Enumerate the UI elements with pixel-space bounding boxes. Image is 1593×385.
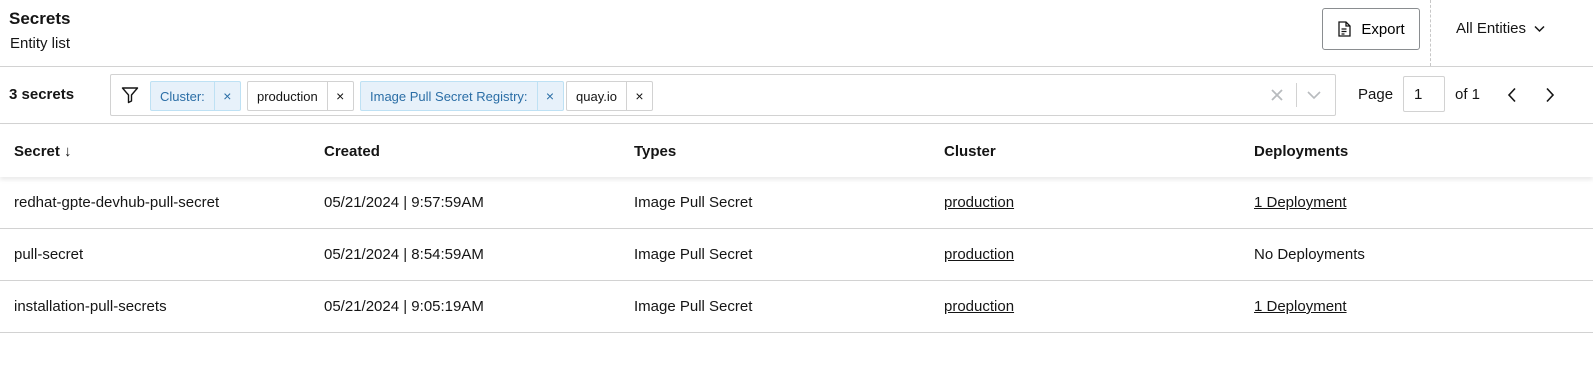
column-header-cluster: Cluster (944, 143, 996, 160)
chevron-down-icon[interactable] (1307, 89, 1321, 101)
page-subtitle: Entity list (10, 35, 71, 52)
filter-toolbar: 3 secrets Cluster: × production × Image … (0, 67, 1593, 124)
cell-created: 05/21/2024 | 9:57:59AM (324, 194, 484, 211)
filter-separator (1296, 83, 1297, 107)
filter-chip-registry-key: Image Pull Secret Registry: × (360, 81, 564, 111)
header-divider (1430, 0, 1431, 66)
document-icon (1338, 21, 1351, 37)
deployments-link[interactable]: 1 Deployment (1254, 194, 1347, 211)
export-button[interactable]: Export (1322, 8, 1420, 50)
chip-label: Image Pull Secret Registry: (370, 88, 528, 104)
table-row: redhat-gpte-devhub-pull-secret 05/21/202… (0, 177, 1593, 229)
cell-secret: pull-secret (14, 246, 84, 263)
cell-types: Image Pull Secret (634, 194, 753, 211)
filter-chip-cluster-key: Cluster: × (150, 81, 241, 111)
deployments-link[interactable]: 1 Deployment (1254, 298, 1347, 315)
column-header-created: Created (324, 143, 380, 160)
table-row: installation-pull-secrets 05/21/2024 | 9… (0, 281, 1593, 333)
chip-label: quay.io (576, 88, 617, 104)
cell-deployments: No Deployments (1254, 246, 1365, 263)
column-header-deployments: Deployments (1254, 143, 1349, 160)
cluster-link[interactable]: production (944, 298, 1014, 315)
cell-created: 05/21/2024 | 8:54:59AM (324, 246, 484, 263)
page-title: Secrets (9, 9, 71, 28)
filter-icon (121, 87, 139, 104)
column-header-secret[interactable]: Secret ↓ (14, 143, 72, 160)
filter-input[interactable]: Cluster: × production × Image Pull Secre… (110, 74, 1336, 116)
pagination-total-label: of 1 (1455, 86, 1481, 103)
chip-label: Cluster: (160, 88, 205, 104)
chip-remove-button[interactable]: × (326, 82, 353, 110)
table-header: Secret ↓ Created Types Cluster Deploymen… (0, 125, 1593, 177)
cluster-link[interactable]: production (944, 194, 1014, 211)
chip-remove-button[interactable]: × (536, 82, 563, 110)
cell-types: Image Pull Secret (634, 298, 753, 315)
chip-label: production (257, 88, 318, 104)
cell-created: 05/21/2024 | 9:05:19AM (324, 298, 484, 315)
filter-chip-cluster-value: production × (247, 81, 354, 111)
close-icon[interactable] (1268, 86, 1286, 104)
table-row: pull-secret 05/21/2024 | 8:54:59AM Image… (0, 229, 1593, 281)
export-button-label: Export (1361, 20, 1405, 38)
chevron-down-icon (1534, 25, 1545, 32)
cell-secret: installation-pull-secrets (14, 298, 167, 315)
pagination-page-label: Page (1358, 86, 1394, 103)
filter-chip-registry-value: quay.io × (566, 81, 653, 111)
page-header: Secrets Entity list Export All Entities (0, 0, 1593, 67)
chevron-left-icon[interactable] (1506, 87, 1518, 103)
cell-types: Image Pull Secret (634, 246, 753, 263)
result-count: 3 secrets (9, 86, 75, 103)
chip-remove-button[interactable]: × (213, 82, 240, 110)
pagination-page-input[interactable] (1403, 76, 1445, 112)
entities-dropdown[interactable]: All Entities (1456, 20, 1545, 37)
cluster-link[interactable]: production (944, 246, 1014, 263)
column-header-types: Types (634, 143, 677, 160)
chip-remove-button[interactable]: × (625, 82, 652, 110)
cell-secret: redhat-gpte-devhub-pull-secret (14, 194, 220, 211)
entities-dropdown-label: All Entities (1456, 20, 1527, 37)
chevron-right-icon[interactable] (1544, 87, 1556, 103)
